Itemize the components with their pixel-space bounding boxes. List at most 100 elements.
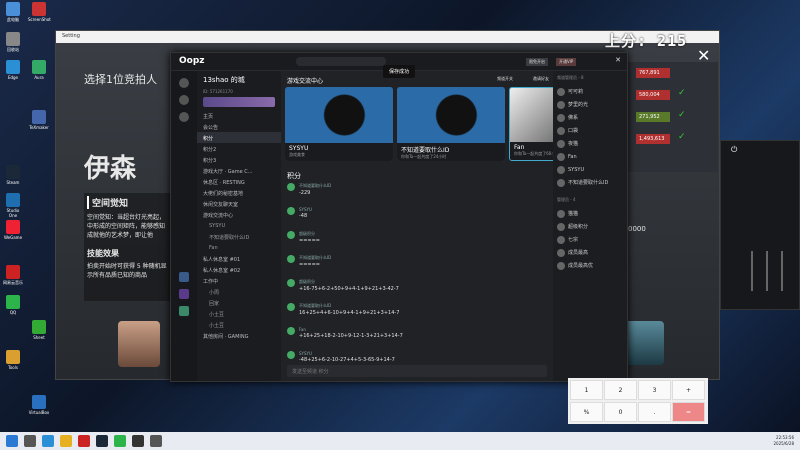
character-portrait-left[interactable] [118,321,160,367]
invite-button[interactable]: 邀请好友 [533,76,549,82]
desktop-icon-screenshot[interactable]: ScreenShot [28,2,51,22]
member-item[interactable]: 成员最高 [553,246,627,259]
channel-item[interactable]: 小周 [197,286,281,297]
calc-key[interactable]: 0 [604,402,637,422]
folder-icon[interactable] [60,435,72,447]
message-author[interactable]: 不知道要取什么ID [299,255,547,261]
server-avatar[interactable] [179,289,189,299]
server-avatar[interactable] [179,272,189,282]
message-author[interactable]: SYSYU [299,207,547,212]
desktop-icon-qq[interactable]: QQ [2,295,24,315]
channel-item[interactable]: 休息区 · RESTING [197,176,281,187]
server-avatar[interactable] [179,306,189,316]
member-item[interactable]: 佛系 [553,111,627,124]
pin-icon[interactable] [179,112,189,122]
channel-item[interactable]: SYSYU [197,220,281,231]
chat-icon[interactable] [114,435,126,447]
channel-item[interactable]: 不知道要取什么ID [197,231,281,242]
search-input[interactable] [296,57,386,66]
avatar[interactable] [287,183,295,191]
calc-key[interactable]: % [570,402,603,422]
member-item[interactable]: 超级积分 [553,220,627,233]
member-item[interactable]: 梦里的光 [553,98,627,111]
desktop-icon-music[interactable]: 网易云音乐 [2,265,24,286]
oopz-icon[interactable] [132,435,144,447]
channel-toggle-button[interactable]: 频道开关 [497,76,513,82]
channel-item[interactable]: 积分3 [197,154,281,165]
desktop-icon-steam[interactable]: Steam [2,165,24,185]
search-icon[interactable] [24,435,36,447]
clock[interactable]: 22:53:56 2025/6/28 [773,435,794,447]
desktop-icon-wegame[interactable]: WeGame [2,220,24,240]
voice-card[interactable]: 不知道要取什么ID 你和Ta一起共度了24小时 [397,87,505,161]
message-author[interactable]: 不知道要取什么ID [299,303,547,309]
steam-icon[interactable] [96,435,108,447]
avatar[interactable] [287,351,295,359]
chat-input[interactable]: 发送至频道 积分 [287,365,547,377]
member-item[interactable]: 口袋 [553,124,627,137]
voice-card[interactable]: SYSYU 游戏美食 [285,87,393,161]
channel-item[interactable]: 休闲交友聊天室 [197,198,281,209]
channel-item[interactable]: 大佬们的秘密基地 [197,187,281,198]
channel-item[interactable]: 私人休息室 #01 [197,253,281,264]
calculator-icon[interactable] [150,435,162,447]
message-author[interactable]: 不知道要取什么ID [299,183,547,189]
message-author[interactable]: 超级积分 [299,231,547,237]
member-item[interactable]: 可可莉 [553,85,627,98]
channel-item[interactable]: Fan [197,242,281,253]
character-portrait-right[interactable] [624,321,664,365]
message-author[interactable]: Fan [299,327,547,332]
calc-key[interactable]: . [638,402,671,422]
discover-icon[interactable] [179,95,189,105]
avatar[interactable] [287,207,295,215]
start-icon[interactable] [6,435,18,447]
channel-item[interactable]: 会公告 [197,121,281,132]
avatar[interactable] [287,303,295,311]
desktop-icon-aura[interactable]: Aura [28,60,50,80]
member-item[interactable]: SYSYU [553,163,627,176]
desktop-icon-computer[interactable]: 此电脑 [2,2,24,23]
member-item[interactable]: 夜猫 [553,137,627,150]
eq-slider[interactable] [781,251,783,291]
calc-key[interactable]: 1 [570,380,603,400]
desktop-icon-tools[interactable]: Tools [2,350,24,370]
channel-item[interactable]: 私人休息室 #02 [197,264,281,275]
channel-item[interactable]: 小土豆 [197,308,281,319]
channel-item[interactable]: 积分2 [197,143,281,154]
desktop-icon-sheet[interactable]: Sheet [28,320,50,340]
channel-item[interactable]: 回家 [197,297,281,308]
desktop-icon-edge[interactable]: Edge [2,60,24,80]
avatar[interactable] [287,327,295,335]
channel-item[interactable]: 小土豆 [197,319,281,330]
desktop-icon-studio[interactable]: Studio One [2,193,24,218]
power-icon[interactable]: ⏻ [731,145,737,155]
calc-key[interactable]: 2 [604,380,637,400]
free-button[interactable]: 限免开启 [526,58,548,66]
edge-icon[interactable] [42,435,54,447]
desktop-icon-recycle[interactable]: 回收站 [2,32,24,53]
avatar[interactable] [287,231,295,239]
member-item[interactable]: Fan [553,150,627,163]
member-item[interactable]: 不知道要取什么ID [553,176,627,189]
member-item[interactable]: 猫猫 [553,207,627,220]
avatar[interactable] [287,279,295,287]
channel-item[interactable]: 主页 [197,110,281,121]
channel-item[interactable]: 游戏大厅 · Game C... [197,165,281,176]
vip-button[interactable]: 开通VIP [556,58,577,66]
avatar[interactable] [287,255,295,263]
channel-item[interactable]: 积分 [197,132,281,143]
close-window-icon[interactable]: ✕ [615,56,621,64]
calc-key[interactable]: = [672,402,705,422]
channel-item[interactable]: 游戏交流中心 [197,209,281,220]
channel-item[interactable]: 工作中 [197,275,281,286]
calc-key[interactable]: 3 [638,380,671,400]
message-author[interactable]: 超级积分 [299,279,547,285]
desktop-icon-texmaker[interactable]: TeXmaker [28,110,50,130]
message-author[interactable]: SYSYU [299,351,547,356]
desktop-icon-vbox[interactable]: VirtualBox [28,395,50,415]
member-item[interactable]: 成员最高优 [553,259,627,272]
eq-slider[interactable] [751,251,753,291]
channel-item[interactable]: 其他房间 · GAMING [197,330,281,341]
calc-key[interactable]: + [672,380,705,400]
app-icon[interactable] [78,435,90,447]
